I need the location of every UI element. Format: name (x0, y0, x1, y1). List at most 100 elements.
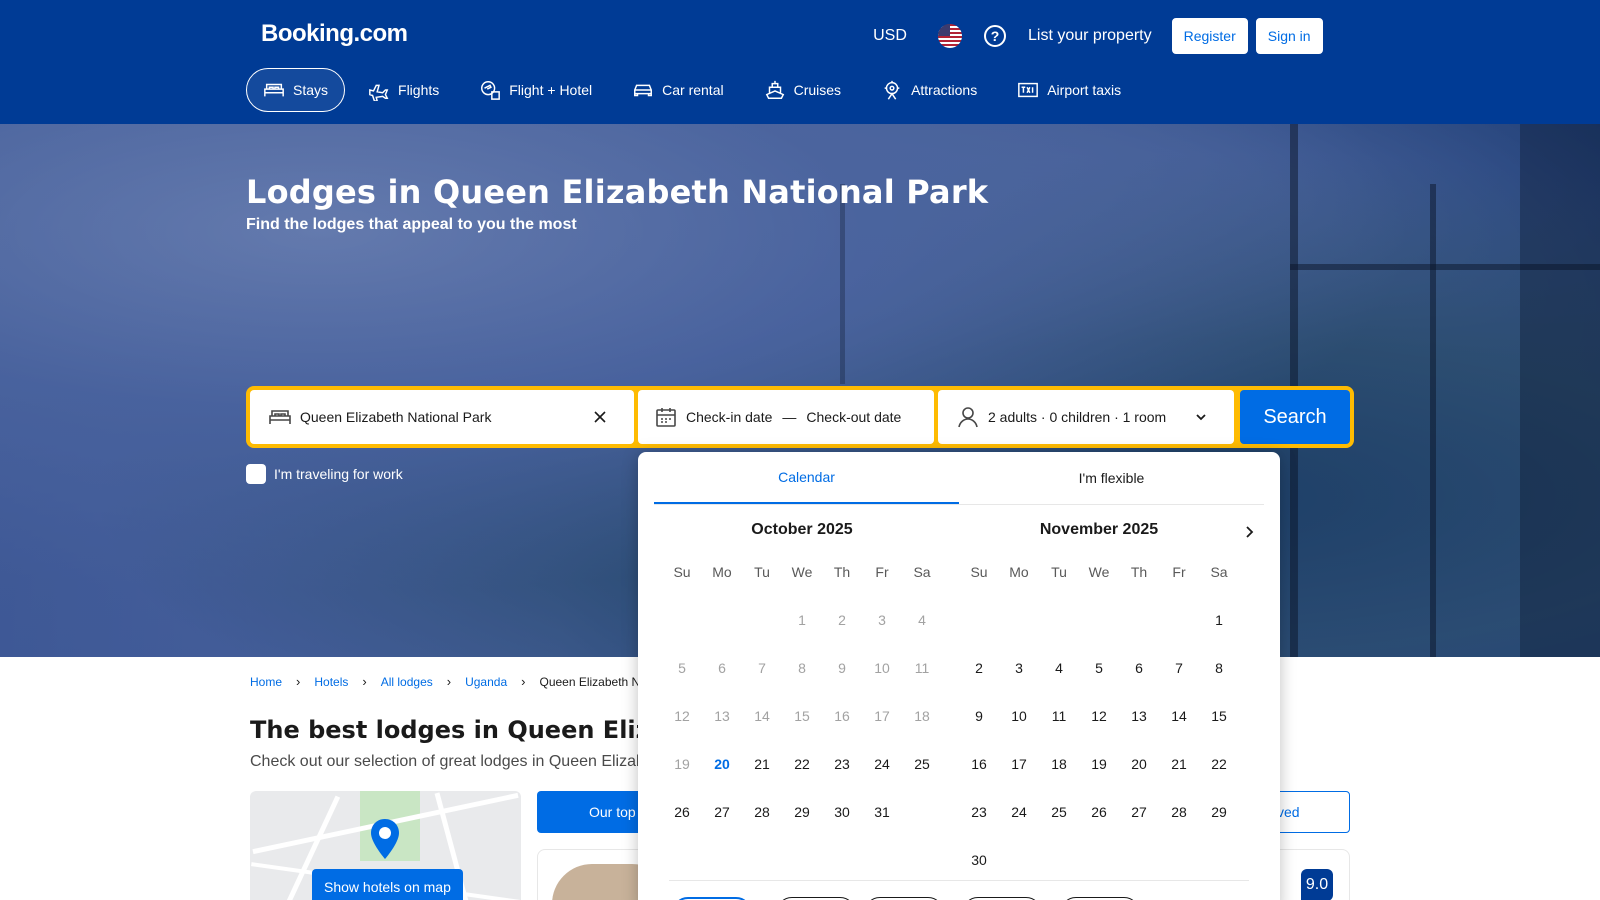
guests-field[interactable]: 2 adults · 0 children · 1 room (938, 390, 1234, 444)
date-picker-popup: Calendar I'm flexible October 2025 Su Mo… (638, 452, 1280, 900)
calendar-day[interactable]: 22 (782, 740, 822, 788)
clear-icon[interactable] (590, 407, 610, 427)
sign-in-button[interactable]: Sign in (1255, 18, 1323, 54)
map-preview[interactable]: Show hotels on map (250, 791, 521, 900)
chevron-right-icon: › (446, 674, 452, 689)
calendar-day: 15 (794, 708, 810, 724)
work-travel-option[interactable]: I'm traveling for work (246, 464, 403, 484)
calendar-day[interactable]: 28 (742, 788, 782, 836)
work-travel-checkbox[interactable] (246, 464, 266, 484)
calendar-day[interactable]: 22 (1199, 740, 1239, 788)
breadcrumb-hotels[interactable]: Hotels (314, 675, 348, 689)
calendar-day[interactable]: 24 (862, 740, 902, 788)
help-icon[interactable]: ? (984, 25, 1006, 47)
calendar-day[interactable]: 30 (959, 836, 999, 884)
tab-flexible[interactable]: I'm flexible (959, 452, 1264, 504)
us-flag-icon[interactable] (938, 24, 962, 48)
month-title: November 2025 (1039, 521, 1159, 538)
date-picker-tabs: Calendar I'm flexible (654, 452, 1264, 505)
nav-airport-taxis[interactable]: Airport taxis (1000, 68, 1138, 112)
nav-stays[interactable]: Stays (246, 68, 346, 112)
month-title: October 2025 (751, 521, 853, 538)
list-property-link[interactable]: List your property (1028, 27, 1152, 45)
calendar-day[interactable]: 25 (902, 740, 942, 788)
calendar-day[interactable]: 26 (662, 788, 702, 836)
show-map-button[interactable]: Show hotels on map (312, 869, 463, 900)
nav-stays-label: Stays (293, 82, 329, 98)
nav-cruises-label: Cruises (793, 82, 842, 98)
breadcrumb-home[interactable]: Home (250, 675, 282, 689)
calendar-day[interactable]: 24 (999, 788, 1039, 836)
calendar-day: 11 (914, 660, 930, 676)
chevron-right-icon: › (362, 674, 367, 689)
calendar-day[interactable]: 5 (1079, 644, 1119, 692)
check-out-label[interactable]: Check-out date (806, 409, 901, 425)
section-subtitle: Check out our selection of great lodges … (250, 753, 654, 770)
currency-selector[interactable]: USD (860, 27, 920, 45)
calendar-day[interactable]: 19 (1079, 740, 1119, 788)
calendar-day[interactable]: 21 (742, 740, 782, 788)
calendar-day[interactable]: 1 (1199, 596, 1239, 644)
calendar-day[interactable]: 10 (999, 692, 1039, 740)
calendar-day[interactable]: 21 (1159, 740, 1199, 788)
calendar-day[interactable]: 29 (782, 788, 822, 836)
calendar-day[interactable]: 14 (1159, 692, 1199, 740)
calendar-day[interactable]: 29 (1199, 788, 1239, 836)
calendar-day[interactable]: 16 (959, 740, 999, 788)
destination-field[interactable]: Queen Elizabeth National Park (250, 390, 634, 444)
calendar-day[interactable]: 27 (702, 788, 742, 836)
calendar-day[interactable]: 2 (959, 644, 999, 692)
calendar-day[interactable]: 11 (1039, 692, 1079, 740)
calendar-day[interactable]: 25 (1039, 788, 1079, 836)
calendar-day[interactable]: 17 (999, 740, 1039, 788)
nav-attractions-label: Attractions (911, 82, 978, 98)
calendar-day[interactable]: 7 (1159, 644, 1199, 692)
nav-attractions[interactable]: Attractions (864, 68, 994, 112)
check-in-label[interactable]: Check-in date (686, 409, 772, 425)
register-button[interactable]: Register (1171, 18, 1248, 54)
bed-icon (269, 410, 291, 424)
nav-cruises[interactable]: Cruises (747, 68, 858, 112)
chevron-down-icon[interactable] (1194, 410, 1208, 424)
calendar-day[interactable]: 30 (822, 788, 862, 836)
calendar-day[interactable]: 12 (1079, 692, 1119, 740)
nav-car-rental[interactable]: Car rental (615, 68, 740, 112)
calendar-day[interactable]: 9 (959, 692, 999, 740)
breadcrumb-all-lodges[interactable]: All lodges (381, 675, 433, 689)
calendar-day[interactable]: 23 (959, 788, 999, 836)
empty-cell (1039, 596, 1079, 644)
calendar-day[interactable]: 20 (1119, 740, 1159, 788)
calendar-day[interactable]: 13 (1119, 692, 1159, 740)
weekday-label: Fr (1172, 564, 1186, 580)
nav-airport-taxis-label: Airport taxis (1047, 82, 1122, 98)
destination-input[interactable]: Queen Elizabeth National Park (300, 409, 491, 425)
calendar-day[interactable]: 18 (1039, 740, 1079, 788)
calendar-day[interactable]: 4 (1039, 644, 1079, 692)
breadcrumb: Home › Hotels › All lodges › Uganda › Qu… (250, 674, 647, 689)
chevron-right-icon (1246, 526, 1254, 538)
guests-summary[interactable]: 2 adults · 0 children · 1 room (988, 409, 1166, 425)
calendar-day[interactable]: 27 (1119, 788, 1159, 836)
empty-cell (702, 596, 742, 644)
nav-flight-hotel[interactable]: Flight + Hotel (462, 68, 609, 112)
calendar-day[interactable]: 23 (822, 740, 862, 788)
empty-cell (742, 596, 782, 644)
next-month-button[interactable] (1235, 518, 1263, 546)
search-button[interactable]: Search (1240, 390, 1350, 444)
header-actions: USD ? List your property Register Sign i… (860, 18, 1331, 54)
calendar-day[interactable]: 8 (1199, 644, 1239, 692)
calendar-day-today[interactable]: 20 (702, 740, 742, 788)
calendar-day[interactable]: 6 (1119, 644, 1159, 692)
chevron-right-icon: › (521, 674, 526, 689)
nav-flights[interactable]: Flights (351, 68, 456, 112)
booking-logo[interactable]: Booking.com (261, 20, 408, 48)
calendar-day[interactable]: 3 (999, 644, 1039, 692)
ship-icon (765, 80, 784, 99)
date-range-field[interactable]: Check-in date — Check-out date (638, 390, 934, 444)
breadcrumb-uganda[interactable]: Uganda (465, 675, 507, 689)
calendar-day[interactable]: 31 (862, 788, 902, 836)
tab-calendar[interactable]: Calendar (654, 452, 959, 504)
calendar-day[interactable]: 28 (1159, 788, 1199, 836)
calendar-day[interactable]: 15 (1199, 692, 1239, 740)
calendar-day[interactable]: 26 (1079, 788, 1119, 836)
